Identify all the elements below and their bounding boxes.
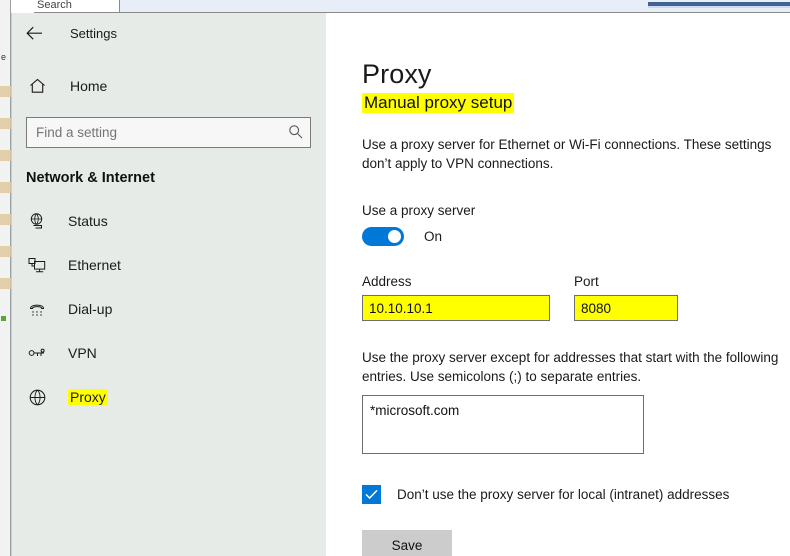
settings-titlebar: Settings bbox=[12, 13, 326, 53]
background-left-window-strip: e bbox=[0, 0, 11, 556]
background-titlebar-accent bbox=[648, 2, 790, 6]
sidebar-item-ethernet[interactable]: Ethernet bbox=[12, 243, 326, 287]
sidebar-item-vpn-label: VPN bbox=[68, 345, 97, 361]
sidebar-item-dialup[interactable]: Dial-up bbox=[12, 287, 326, 331]
sidebar-group-title: Network & Internet bbox=[26, 170, 326, 186]
address-input[interactable] bbox=[362, 295, 550, 321]
sidebar-item-proxy-label: Proxy bbox=[68, 389, 108, 405]
background-fragment bbox=[0, 182, 11, 193]
use-proxy-toggle[interactable] bbox=[362, 227, 404, 246]
back-arrow-icon[interactable] bbox=[12, 17, 56, 49]
port-label: Port bbox=[574, 274, 678, 289]
sidebar-item-status-label: Status bbox=[68, 213, 108, 229]
address-field-group: Address bbox=[362, 274, 550, 321]
settings-window: Settings Home Network & Internet bbox=[11, 13, 790, 556]
use-proxy-label: Use a proxy server bbox=[362, 203, 790, 218]
background-fragment bbox=[0, 86, 11, 97]
address-label: Address bbox=[362, 274, 550, 289]
search-input[interactable] bbox=[26, 117, 311, 148]
toggle-knob bbox=[388, 230, 401, 243]
background-search-box: Search bbox=[34, 0, 120, 13]
bypass-local-label: Don’t use the proxy server for local (in… bbox=[397, 487, 729, 502]
proxy-description: Use a proxy server for Ethernet or Wi-Fi… bbox=[362, 135, 780, 173]
vpn-key-icon bbox=[26, 346, 48, 360]
background-fragment bbox=[0, 214, 11, 225]
background-fragment bbox=[0, 150, 11, 161]
sidebar-item-home-label: Home bbox=[70, 78, 107, 94]
save-button[interactable]: Save bbox=[362, 530, 452, 556]
port-field-group: Port bbox=[574, 274, 678, 321]
search-box bbox=[26, 117, 312, 148]
address-port-row: Address Port bbox=[362, 274, 790, 321]
sidebar-item-vpn[interactable]: VPN bbox=[12, 331, 326, 375]
dialup-phone-icon bbox=[26, 301, 48, 317]
background-fragment-green bbox=[1, 316, 6, 321]
sidebar-item-home[interactable]: Home bbox=[12, 69, 326, 103]
ethernet-icon bbox=[26, 257, 48, 274]
globe-monitor-icon bbox=[26, 212, 48, 230]
use-proxy-toggle-row: On bbox=[362, 227, 790, 246]
sidebar-item-ethernet-label: Ethernet bbox=[68, 257, 121, 273]
background-fragment bbox=[0, 118, 11, 129]
background-top-pane bbox=[120, 0, 790, 13]
settings-main-content: Proxy Manual proxy setup Use a proxy ser… bbox=[326, 13, 790, 556]
bypass-local-checkbox[interactable] bbox=[362, 485, 381, 504]
page-title: Proxy bbox=[362, 59, 790, 90]
exceptions-textarea[interactable]: *microsoft.com bbox=[362, 395, 644, 454]
sidebar-item-status[interactable]: Status bbox=[12, 199, 326, 243]
sidebar-nav-list: Status Ethernet bbox=[12, 199, 326, 419]
background-fragment bbox=[0, 246, 11, 257]
bypass-local-row: Don’t use the proxy server for local (in… bbox=[362, 485, 790, 504]
settings-sidebar: Home Network & Internet bbox=[12, 53, 326, 556]
section-heading: Manual proxy setup bbox=[362, 93, 514, 113]
sidebar-item-proxy[interactable]: Proxy bbox=[12, 375, 326, 419]
sidebar-item-dialup-label: Dial-up bbox=[68, 301, 112, 317]
globe-icon bbox=[26, 388, 48, 407]
background-fragment-text: e bbox=[1, 52, 6, 62]
exceptions-description: Use the proxy server except for addresse… bbox=[362, 348, 790, 386]
window-title: Settings bbox=[70, 26, 117, 41]
port-input[interactable] bbox=[574, 295, 678, 321]
background-fragment bbox=[0, 278, 11, 289]
use-proxy-toggle-state: On bbox=[424, 229, 442, 244]
home-icon bbox=[26, 78, 48, 94]
